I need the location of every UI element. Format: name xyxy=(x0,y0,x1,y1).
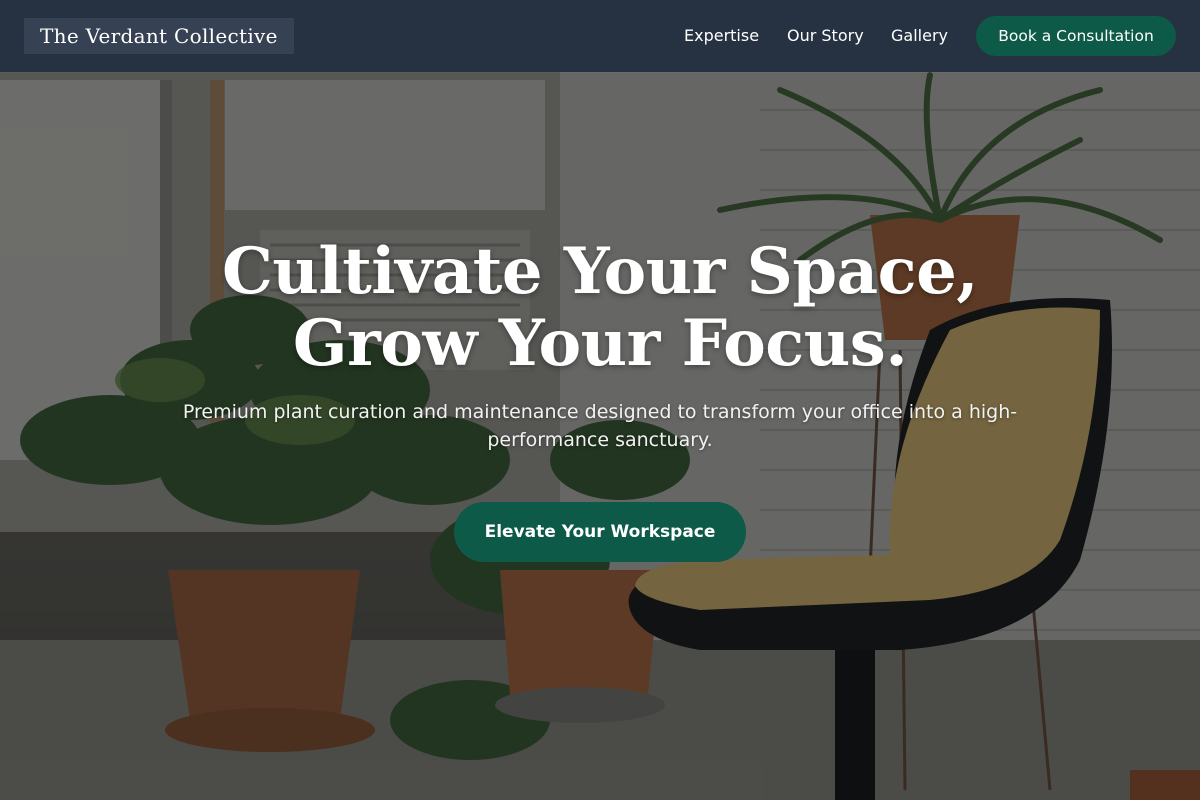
hero-headline-line-2: Grow Your Focus. xyxy=(292,306,908,381)
hero-headline: Cultivate Your Space, Grow Your Focus. xyxy=(0,236,1200,380)
top-navbar: The Verdant Collective Expertise Our Sto… xyxy=(0,0,1200,72)
book-consultation-button[interactable]: Book a Consultation xyxy=(976,16,1176,56)
nav-link-our-story[interactable]: Our Story xyxy=(787,26,864,46)
hero-section: Cultivate Your Space, Grow Your Focus. P… xyxy=(0,236,1200,454)
elevate-workspace-button[interactable]: Elevate Your Workspace xyxy=(454,502,746,562)
hero-subtitle: Premium plant curation and maintenance d… xyxy=(182,401,1018,451)
brand-logo[interactable]: The Verdant Collective xyxy=(24,18,294,54)
nav-link-expertise[interactable]: Expertise xyxy=(684,26,759,46)
hero-headline-line-1: Cultivate Your Space, xyxy=(221,234,979,309)
nav-link-gallery[interactable]: Gallery xyxy=(891,26,948,46)
